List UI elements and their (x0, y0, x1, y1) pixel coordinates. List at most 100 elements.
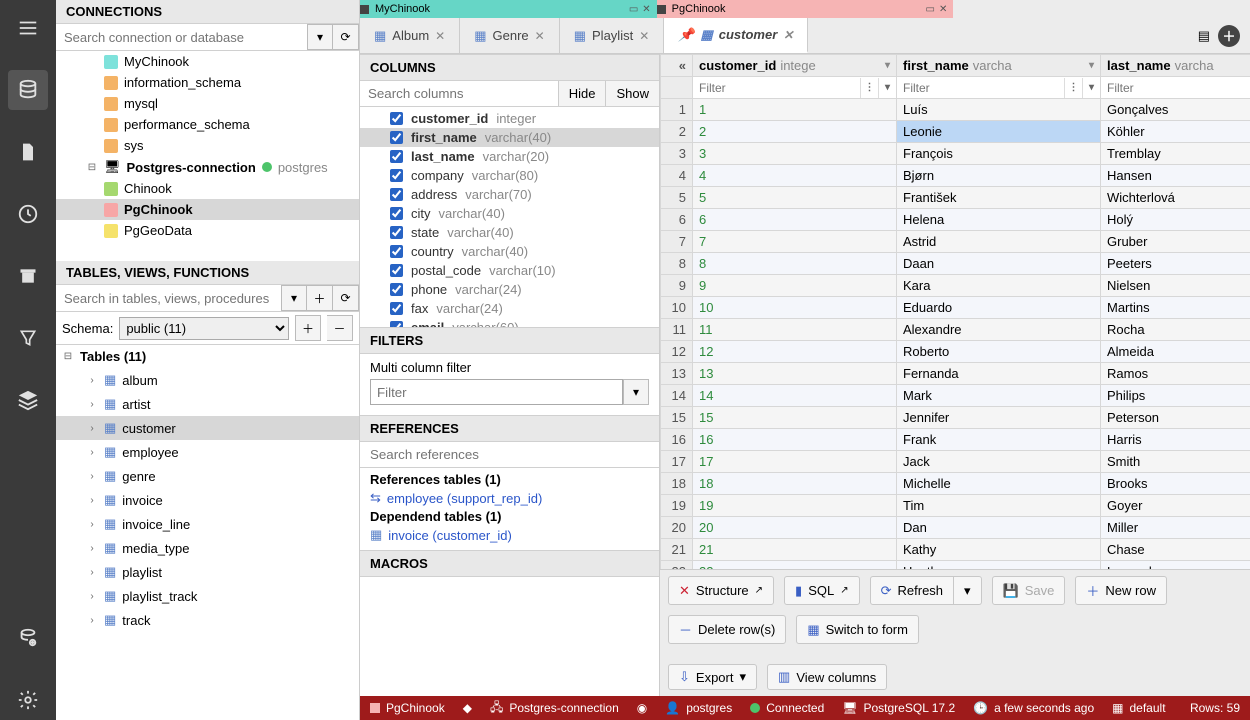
table-row[interactable]: 1313FernandaRamos(NULL) (661, 363, 1250, 385)
column-item[interactable]: last_name varchar(20) (360, 147, 659, 166)
column-checkbox[interactable] (390, 245, 403, 258)
column-checkbox[interactable] (390, 131, 403, 144)
table-row[interactable]: 99KaraNielsen(NULL) (661, 275, 1250, 297)
close-icon[interactable]: ✕ (783, 28, 793, 42)
column-checkbox[interactable] (390, 226, 403, 239)
new-row-button[interactable]: ＋New row (1075, 576, 1167, 605)
table-item[interactable]: ›▦playlist (56, 560, 359, 584)
column-header[interactable]: first_name varcha▾ (897, 55, 1101, 77)
column-item[interactable]: company varchar(80) (360, 166, 659, 185)
tables-refresh-icon[interactable]: ⟳ (333, 285, 359, 311)
column-item[interactable]: phone varchar(24) (360, 280, 659, 299)
column-filter-input[interactable] (897, 78, 1064, 98)
table-item[interactable]: ›▦genre (56, 464, 359, 488)
table-item[interactable]: ›▦playlist_track (56, 584, 359, 608)
table-row[interactable]: 88DaanPeeters(NULL) (661, 253, 1250, 275)
sort-icon[interactable]: ▾ (1089, 60, 1094, 71)
column-item[interactable]: postal_code varchar(10) (360, 261, 659, 280)
db-admin-icon[interactable] (8, 618, 48, 658)
table-row[interactable]: 55FrantišekWichterlováJetBrains s.r.o. (661, 187, 1250, 209)
table-row[interactable]: 44BjørnHansen(NULL) (661, 165, 1250, 187)
hide-columns-button[interactable]: Hide (558, 81, 606, 106)
column-checkbox[interactable] (390, 169, 403, 182)
archive-icon[interactable] (8, 256, 48, 296)
connection-item[interactable]: information_schema (56, 72, 359, 93)
table-row[interactable]: 77AstridGruber(NULL) (661, 231, 1250, 253)
connection-item[interactable]: ⊟🖥Postgres-connectionpostgres (56, 156, 359, 178)
tables-search-input[interactable] (56, 285, 281, 311)
column-item[interactable]: city varchar(40) (360, 204, 659, 223)
layers-icon[interactable] (8, 380, 48, 420)
column-item[interactable]: country varchar(40) (360, 242, 659, 261)
refs-search-input[interactable] (360, 442, 659, 468)
filter-menu-icon[interactable]: ⋮ (1064, 78, 1082, 98)
column-checkbox[interactable] (390, 207, 403, 220)
table-row[interactable]: 1414MarkPhilipsTelus (661, 385, 1250, 407)
sql-button[interactable]: ▮SQL↗ (784, 576, 860, 605)
table-item[interactable]: ›▦media_type (56, 536, 359, 560)
export-button[interactable]: ⇩Export ▾ (668, 664, 757, 690)
connection-tree[interactable]: MyChinookinformation_schemamysqlperforma… (56, 51, 359, 261)
close-icon[interactable]: ✕ (639, 29, 649, 43)
data-grid[interactable]: «customer_id intege▾first_name varcha▾la… (660, 54, 1250, 569)
table-row[interactable]: 22LeonieKöhler(NULL) (661, 121, 1250, 143)
column-item[interactable]: fax varchar(24) (360, 299, 659, 318)
multi-filter-input[interactable] (370, 379, 623, 405)
column-item[interactable]: first_name varchar(40) (360, 128, 659, 147)
file-icon[interactable] (8, 132, 48, 172)
tables-group[interactable]: ⊟ Tables (11) (56, 345, 359, 368)
menu-icon[interactable] (8, 8, 48, 48)
columns-list[interactable]: customer_id integerfirst_name varchar(40… (360, 107, 659, 327)
ref-out-link[interactable]: ⇆employee (support_rep_id) (370, 487, 649, 509)
pill-mychinook[interactable]: MyChinook▭✕ (360, 0, 657, 18)
switch-form-button[interactable]: ▦Switch to form (796, 615, 919, 644)
close-icon[interactable]: ✕ (435, 29, 445, 43)
column-item[interactable]: customer_id integer (360, 109, 659, 128)
close-icon[interactable]: ✕ (535, 29, 545, 43)
table-item[interactable]: ›▦album (56, 368, 359, 392)
connection-item[interactable]: MyChinook (56, 51, 359, 72)
table-row[interactable]: 1616FrankHarrisGoogle Inc. (661, 429, 1250, 451)
column-checkbox[interactable] (390, 112, 403, 125)
table-row[interactable]: 1212RobertoAlmeidaRiotur (661, 341, 1250, 363)
settings-icon[interactable] (8, 680, 48, 720)
pill-min-icon[interactable]: ▭ (926, 4, 935, 15)
filter-menu-icon[interactable]: ⋮ (860, 78, 878, 98)
schema-select[interactable]: public (11) (119, 317, 289, 340)
connection-filter-icon[interactable]: ▾ (307, 24, 333, 50)
table-row[interactable]: 1818MichelleBrooks(NULL) (661, 473, 1250, 495)
database-icon[interactable] (8, 70, 48, 110)
delete-rows-button[interactable]: －Delete row(s) (668, 615, 786, 644)
refresh-button[interactable]: ⟳Refresh (870, 576, 954, 605)
table-item[interactable]: ›▦invoice_line (56, 512, 359, 536)
pill-close-icon[interactable]: ✕ (642, 4, 650, 15)
status-conn-icon[interactable]: ◉ (637, 701, 647, 715)
filter-dropdown-icon[interactable]: ▾ (623, 379, 649, 405)
list-view-icon[interactable]: ▤ (1198, 28, 1210, 44)
table-row[interactable]: 1919TimGoyerApple Inc. (661, 495, 1250, 517)
structure-button[interactable]: ✕Structure↗ (668, 576, 774, 605)
table-item[interactable]: ›▦track (56, 608, 359, 632)
table-item[interactable]: ›▦artist (56, 392, 359, 416)
schema-remove-icon[interactable]: － (327, 315, 353, 341)
tab-playlist[interactable]: ▦Playlist✕ (560, 18, 665, 53)
table-row[interactable]: 2020DanMiller(NULL) (661, 517, 1250, 539)
add-tab-button[interactable]: ＋ (1218, 25, 1240, 47)
column-item[interactable]: address varchar(70) (360, 185, 659, 204)
tables-filter-icon[interactable]: ▾ (281, 285, 307, 311)
column-checkbox[interactable] (390, 283, 403, 296)
tab-customer[interactable]: 📌▦customer✕ (664, 18, 808, 53)
save-button[interactable]: 💾Save (992, 576, 1066, 605)
table-row[interactable]: 66HelenaHolý(NULL) (661, 209, 1250, 231)
table-item[interactable]: ›▦employee (56, 440, 359, 464)
columns-search-input[interactable] (360, 81, 558, 106)
table-row[interactable]: 1515JenniferPetersonRogers Canada (661, 407, 1250, 429)
collapse-icon[interactable]: « (661, 55, 693, 77)
connection-item[interactable]: Chinook (56, 178, 359, 199)
pill-pgchinook[interactable]: PgChinook▭✕ (657, 0, 954, 18)
ref-in-link[interactable]: ▦invoice (customer_id) (370, 524, 649, 546)
pill-min-icon[interactable]: ▭ (629, 4, 638, 15)
table-row[interactable]: 11LuísGonçalvesEmbraer - Empr (661, 99, 1250, 121)
pill-close-icon[interactable]: ✕ (939, 4, 947, 15)
schema-add-icon[interactable]: ＋ (295, 315, 321, 341)
